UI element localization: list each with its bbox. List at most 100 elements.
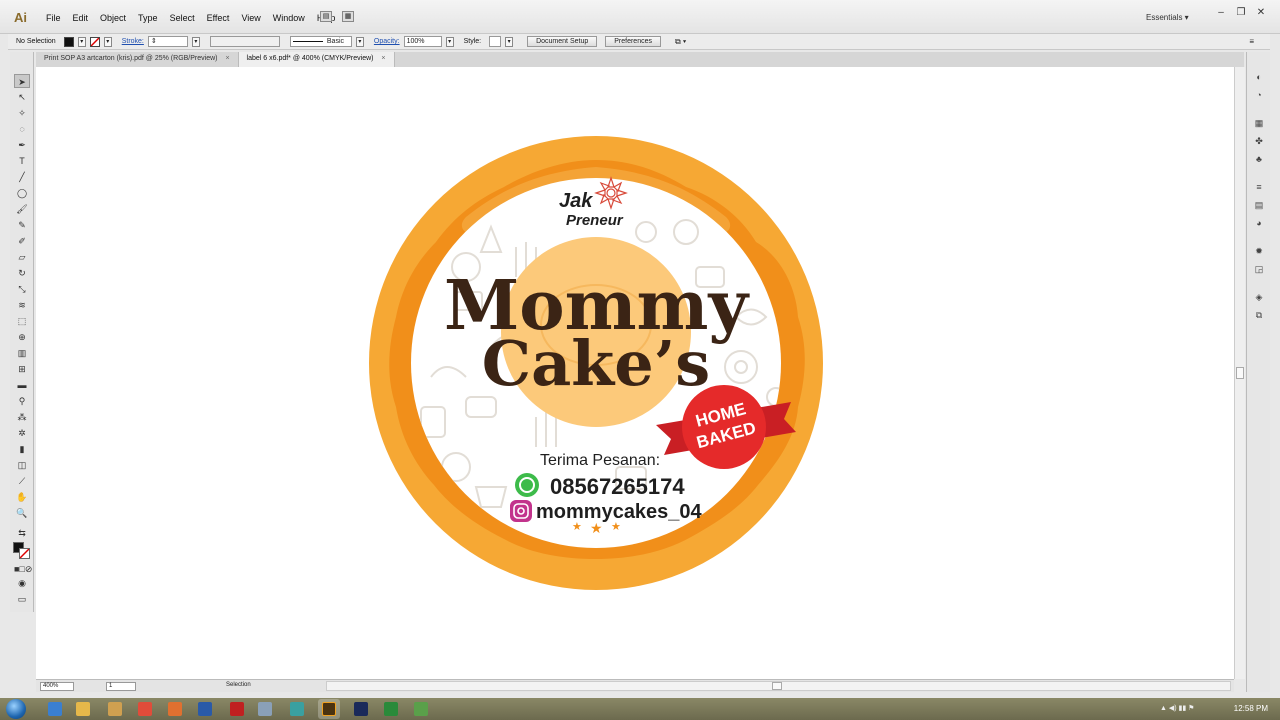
screen-mode-icon[interactable]: ▭ (14, 592, 30, 606)
start-button[interactable] (6, 699, 26, 719)
ie-icon[interactable] (48, 702, 62, 716)
horizontal-scrollbar[interactable] (326, 681, 1231, 691)
firefox-icon[interactable] (168, 702, 182, 716)
warp-tool-icon[interactable]: ≋ (14, 298, 30, 312)
color-guide-icon[interactable]: ◔ (1252, 88, 1266, 102)
appearance-panel-icon[interactable]: ✹ (1252, 244, 1266, 258)
transparency-panel-icon[interactable]: ◕ (1252, 216, 1266, 230)
opacity-label[interactable]: Opacity: (374, 38, 400, 45)
style-swatch[interactable] (489, 36, 502, 47)
menu-view[interactable]: View (235, 13, 266, 23)
stroke-color-icon[interactable] (19, 548, 30, 559)
selection-tool-icon[interactable]: ➤ (14, 74, 30, 88)
word-icon[interactable] (198, 702, 212, 716)
preferences-button[interactable]: Preferences (605, 36, 661, 47)
symbol-sprayer-tool-icon[interactable]: ✲ (14, 426, 30, 440)
drawing-mode-icon[interactable]: ◉ (14, 576, 30, 590)
paintbrush-tool-icon[interactable]: 🖌 (14, 202, 30, 216)
brushes-panel-icon[interactable]: ✤ (1252, 134, 1266, 148)
system-tray-icons[interactable]: ▲ ◀) ▮▮ ⚑ (1160, 704, 1194, 712)
magic-wand-tool-icon[interactable]: ✧ (14, 106, 30, 120)
taskbar-clock[interactable]: 12:58 PM (1234, 704, 1268, 713)
bridge-icon[interactable]: ▤ (320, 11, 332, 22)
brush-definition[interactable]: Basic (289, 36, 352, 47)
tab-print-sop[interactable]: Print SOP A3 artcarton (kris).pdf @ 25% … (36, 52, 239, 67)
notepad-icon[interactable] (258, 702, 272, 716)
explorer-icon[interactable] (76, 702, 90, 716)
close-icon[interactable]: ✕ (1252, 6, 1270, 20)
illustrator-icon[interactable] (322, 702, 336, 716)
zoom-tool-icon[interactable]: 🔍 (14, 506, 30, 520)
style-dropdown-icon[interactable]: ▾ (505, 36, 514, 47)
free-transform-tool-icon[interactable]: ⬚ (14, 314, 30, 328)
panel-menu-icon[interactable]: ≡ (1249, 37, 1254, 46)
vertical-scroll-thumb[interactable] (1236, 367, 1244, 379)
gradient-tool-icon[interactable]: ▬ (14, 378, 30, 392)
current-tool-status[interactable]: Selection (226, 682, 251, 688)
zoom-field[interactable]: 400% (40, 682, 74, 691)
rotate-tool-icon[interactable]: ↻ (14, 266, 30, 280)
perspective-grid-tool-icon[interactable]: ▥ (14, 346, 30, 360)
stroke-swatch[interactable] (89, 36, 100, 47)
photoshop-icon[interactable] (354, 702, 368, 716)
document-setup-button[interactable]: Document Setup (527, 36, 598, 47)
opacity-dropdown-icon[interactable]: ▾ (445, 36, 454, 47)
artboard-number-field[interactable]: 1 (106, 682, 136, 691)
menu-window[interactable]: Window (267, 13, 311, 23)
menu-object[interactable]: Object (94, 13, 132, 23)
stroke-weight-field[interactable]: ⇕ (147, 36, 188, 47)
artboard-tool-icon[interactable]: ◫ (14, 458, 30, 472)
menu-edit[interactable]: Edit (67, 13, 95, 23)
menu-file[interactable]: File (40, 13, 67, 23)
stroke-panel-icon[interactable]: ≡ (1252, 180, 1266, 194)
app-icon[interactable] (290, 702, 304, 716)
gradient-panel-icon[interactable]: ▤ (1252, 198, 1266, 212)
line-tool-icon[interactable]: ╱ (14, 170, 30, 184)
color-panel-icon[interactable]: ◐ (1252, 70, 1266, 84)
variable-width-field[interactable] (209, 36, 280, 47)
ellipse-tool-icon[interactable]: ◯ (14, 186, 30, 200)
column-graph-tool-icon[interactable]: ▮ (14, 442, 30, 456)
artboards-panel-icon[interactable]: ⧉ (1252, 308, 1266, 322)
blob-brush-tool-icon[interactable]: ✐ (14, 234, 30, 248)
lasso-tool-icon[interactable]: ◌ (14, 122, 30, 136)
swatches-panel-icon[interactable]: ▦ (1252, 116, 1266, 130)
menu-type[interactable]: Type (132, 13, 164, 23)
scale-tool-icon[interactable]: ⤡ (14, 282, 30, 296)
restore-icon[interactable]: ❐ (1232, 6, 1250, 20)
shape-builder-tool-icon[interactable]: ⊕ (14, 330, 30, 344)
tab-close-icon[interactable]: × (225, 55, 229, 62)
blend-tool-icon[interactable]: ⁂ (14, 410, 30, 424)
menu-effect[interactable]: Effect (201, 13, 236, 23)
fill-dropdown-icon[interactable]: ▾ (77, 36, 86, 47)
slice-tool-icon[interactable]: ⟋ (14, 474, 30, 488)
workspace-switcher[interactable]: Essentials ▾ (1146, 13, 1189, 22)
acrobat-icon[interactable] (230, 702, 244, 716)
layers-panel-icon[interactable]: ◈ (1252, 290, 1266, 304)
stroke-label[interactable]: Stroke: (122, 38, 144, 45)
eraser-tool-icon[interactable]: ▱ (14, 250, 30, 264)
excel-icon[interactable] (384, 702, 398, 716)
eyedropper-tool-icon[interactable]: ⚲ (14, 394, 30, 408)
opacity-field[interactable]: 100% (403, 36, 442, 47)
fill-swatch[interactable] (63, 36, 74, 47)
stroke-dropdown-icon[interactable]: ▾ (103, 36, 112, 47)
type-tool-icon[interactable]: T (14, 154, 30, 168)
mesh-tool-icon[interactable]: ⊞ (14, 362, 30, 376)
vertical-scrollbar[interactable] (1234, 67, 1245, 679)
stroke-weight-dropdown-icon[interactable]: ▾ (191, 36, 200, 47)
tab-label-6x6[interactable]: label 6 x6.pdf* @ 400% (CMYK/Preview) × (238, 52, 395, 67)
pen-tool-icon[interactable]: ✒ (14, 138, 30, 152)
minimize-icon[interactable]: – (1212, 6, 1230, 20)
graphic-styles-panel-icon[interactable]: ◲ (1252, 262, 1266, 276)
chrome-icon[interactable] (138, 702, 152, 716)
horizontal-scroll-thumb[interactable] (772, 682, 782, 690)
artboard-canvas[interactable]: Jak Preneur Mommy Cake’s HOME BAKED Teri… (36, 67, 1234, 679)
symbols-panel-icon[interactable]: ♣ (1252, 152, 1266, 166)
tab-close-icon[interactable]: × (381, 55, 385, 62)
direct-selection-tool-icon[interactable]: ↖ (14, 90, 30, 104)
brush-dropdown-icon[interactable]: ▾ (355, 36, 364, 47)
app-icon[interactable] (414, 702, 428, 716)
pencil-tool-icon[interactable]: ✎ (14, 218, 30, 232)
hand-tool-icon[interactable]: ✋ (14, 490, 30, 504)
